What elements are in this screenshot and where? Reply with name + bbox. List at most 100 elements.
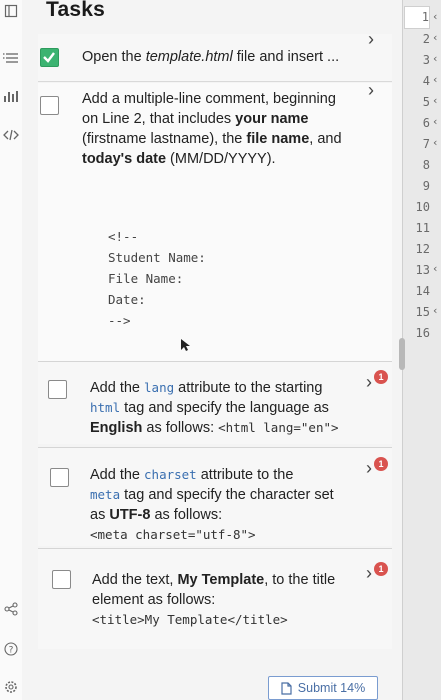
line-number: 13 (415, 263, 430, 277)
task-2-line-3: (firstname lastname), the file name, and (82, 129, 372, 149)
task-4-checkbox[interactable] (50, 468, 69, 487)
line-number: 16 (415, 326, 430, 340)
task-4-line-3-b: as follows: (150, 507, 223, 523)
fold-marker-icon[interactable]: ‹ (432, 48, 439, 69)
fold-marker-icon[interactable]: ‹ (432, 258, 439, 279)
task-3-line-3-bold: English (90, 420, 143, 436)
line-number: 8 (422, 158, 430, 172)
task-4-line-1-a: Add the (90, 467, 145, 483)
task-5-chevron-icon[interactable]: › (366, 563, 372, 584)
panel-title: Tasks (46, 0, 105, 21)
code-line-5: --> (108, 313, 131, 328)
task-4-line-1-b: attribute to the (196, 467, 294, 483)
task-2-line-3-a: (firstname lastname), the (82, 131, 247, 147)
fold-marker-icon[interactable] (432, 153, 439, 174)
fold-marker-icon[interactable]: ‹ (432, 111, 439, 132)
mouse-cursor-icon (180, 338, 192, 357)
task-5-line-1-bold: My Template (177, 572, 265, 588)
task-2-checkbox[interactable] (40, 96, 59, 115)
task-2-line-1: Add a multiple-line comment, beginning (82, 91, 336, 107)
task-5-alert-badge: 1 (374, 562, 388, 576)
task-1-checkbox[interactable] (40, 48, 59, 67)
line-number: 5 (422, 95, 430, 109)
fold-marker-icon[interactable]: ‹ (432, 6, 439, 27)
task-3-line-1-b: attribute to the starting (174, 380, 323, 396)
fold-marker-icon[interactable]: ‹ (432, 132, 439, 153)
task-4-line-4: <meta charset="utf-8"> (90, 525, 360, 545)
task-2-line-4-bold: today's date (82, 151, 167, 167)
task-4-chevron-icon[interactable]: › (366, 458, 372, 479)
line-number: 14 (415, 284, 430, 298)
task-list-icon[interactable] (2, 49, 20, 67)
task-3-checkbox[interactable] (48, 380, 67, 399)
task-2-code-block: <!-- Student Name: File Name: Date: --> (108, 226, 206, 331)
task-3-line-3: English as follows: <html lang="en"> (90, 418, 360, 438)
fold-marker-icon[interactable] (432, 321, 439, 342)
task-5-line-1-b: , to the title (264, 572, 336, 588)
task-5-line-1-a: Add the text, (92, 572, 178, 588)
task-3-code-lang: lang (144, 380, 175, 395)
code-line-2: Student Name: (108, 250, 206, 265)
fold-marker-icon[interactable]: ‹ (432, 90, 439, 111)
task-3-chevron-icon[interactable]: › (366, 372, 372, 393)
task-3-text: Add the lang attribute to the starting h… (90, 378, 360, 438)
line-number: 7 (422, 137, 430, 151)
task-1-text: Open the template.html file and insert .… (82, 47, 339, 67)
fold-marker-icon[interactable]: ‹ (432, 69, 439, 90)
task-5-line-2: element as follows: (92, 592, 216, 608)
document-icon (281, 681, 292, 695)
task-2-line-4: today's date (MM/DD/YYYY). (82, 149, 372, 169)
task-1-text-b: file and insert ... (232, 49, 340, 65)
submit-label: Submit 14% (297, 681, 366, 695)
task-2-line-2: on Line 2, that includes your name (82, 109, 372, 129)
line-number: 9 (422, 179, 430, 193)
line-number: 10 (415, 200, 430, 214)
task-4-code-snippet: <meta charset="utf-8"> (90, 527, 256, 542)
task-4-code-charset: charset (144, 467, 197, 482)
task-3-code-snippet: <html lang="en"> (218, 420, 339, 435)
task-4-line-3-a: as (90, 507, 110, 523)
task-5-checkbox[interactable] (52, 570, 71, 589)
task-4-line-3: as UTF-8 as follows: (90, 505, 360, 525)
task-2-chevron-icon[interactable]: › (368, 80, 374, 101)
checkmark-icon (43, 52, 55, 63)
fold-marker-icon[interactable] (432, 237, 439, 258)
fold-marker-icon[interactable]: ‹ (432, 300, 439, 321)
line-number: 15 (415, 305, 430, 319)
book-icon[interactable] (2, 2, 20, 20)
fold-marker-icon[interactable] (432, 195, 439, 216)
line-number: 6 (422, 116, 430, 130)
task-1-filename: template.html (145, 49, 233, 65)
task-3-line-1-a: Add the (90, 380, 145, 396)
help-icon[interactable]: ? (2, 640, 20, 658)
line-number: 11 (415, 221, 430, 235)
task-5-code-snippet: <title>My Template</title> (92, 612, 288, 627)
share-icon[interactable] (2, 600, 20, 618)
code-line-3: File Name: (108, 271, 184, 286)
fold-marker-icon[interactable]: ‹ (432, 27, 439, 48)
task-3-line-1: Add the lang attribute to the starting (90, 378, 360, 398)
task-2-text: Add a multiple-line comment, beginning o… (82, 89, 372, 169)
line-numbers: 1 2 3 4 5 6 7 8 9 10 11 12 13 14 15 16 (404, 6, 430, 344)
task-2-line-4-c: (MM/DD/YYYY). (166, 151, 276, 167)
task-4-line-2: meta tag and specify the character set (90, 485, 360, 505)
task-4-code-meta: meta (90, 487, 121, 502)
task-5-text: Add the text, My Template, to the title … (92, 570, 362, 630)
fold-marker-icon[interactable] (432, 174, 439, 195)
fold-marker-icon[interactable] (432, 216, 439, 237)
settings-gear-icon[interactable] (2, 678, 20, 696)
task-3-line-3-a: as follows: (142, 420, 219, 436)
code-icon[interactable] (2, 126, 20, 144)
code-line-1: <!-- (108, 229, 139, 244)
fold-marker-icon[interactable] (432, 279, 439, 300)
task-1-text-a: Open the (82, 49, 146, 65)
submit-button[interactable]: Submit 14% (268, 676, 378, 700)
task-2-line-2-bold: your name (235, 111, 309, 127)
task-1-chevron-icon[interactable]: › (368, 29, 374, 50)
line-number: 4 (422, 74, 430, 88)
task-4-line-2-a: tag and specify the character set (120, 487, 334, 503)
stats-icon[interactable] (2, 87, 20, 105)
task-4-alert-badge: 1 (374, 457, 388, 471)
task-2-line-3-c: , and (309, 131, 342, 147)
task-3-code-html: html (90, 400, 121, 415)
